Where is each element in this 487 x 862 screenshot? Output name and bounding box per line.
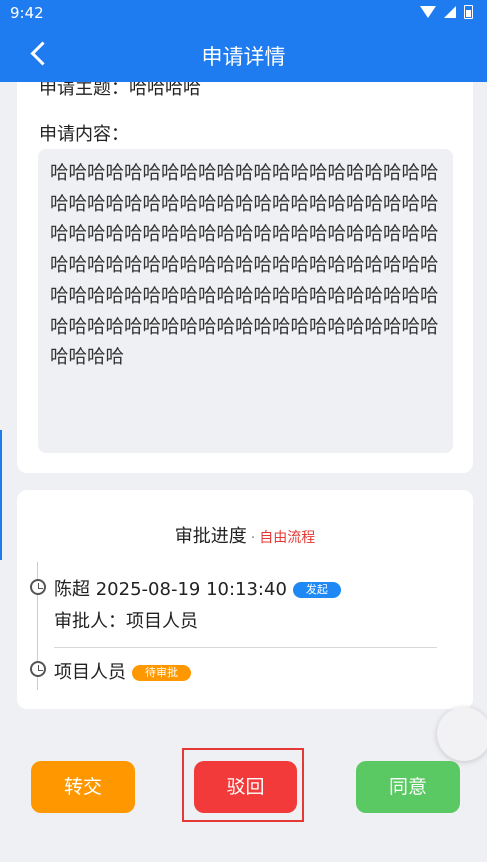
step-person: 项目人员 (54, 662, 126, 683)
progress-title: 审批进度 (174, 526, 247, 547)
progress-separator: · (250, 530, 256, 546)
wifi-icon (420, 6, 436, 18)
timeline-divider (54, 647, 437, 648)
approver-label: 审批人： (54, 611, 126, 632)
app-header: 申请详情 (0, 28, 487, 82)
subject-row: 申请主题：哈哈哈哈 (39, 82, 201, 100)
page-title: 申请详情 (201, 45, 286, 69)
application-content-card: 申请主题：哈哈哈哈 申请内容： 哈哈哈哈哈哈哈哈哈哈哈哈哈哈哈哈哈哈哈哈哈哈哈哈… (17, 82, 473, 473)
flow-type-label: 自由流程 (259, 530, 316, 546)
progress-header: 审批进度 · 自由流程 (17, 522, 473, 548)
step-person: 陈超 (54, 579, 90, 600)
status-badge-initiated: 发起 (292, 582, 341, 598)
floating-assist-button[interactable] (437, 707, 487, 761)
subject-label: 申请主题： (39, 82, 129, 99)
status-icons (420, 5, 473, 19)
approver-value: 项目人员 (126, 611, 198, 632)
status-badge-pending: 待审批 (132, 665, 191, 681)
reject-button[interactable]: 驳回 (194, 761, 297, 813)
content-text: 哈哈哈哈哈哈哈哈哈哈哈哈哈哈哈哈哈哈哈哈哈哈哈哈哈哈哈哈哈哈哈哈哈哈哈哈哈哈哈哈… (38, 149, 453, 453)
step-time: 2025-08-19 10:13:40 (95, 579, 287, 600)
content-label: 申请内容： (39, 124, 129, 145)
agree-button[interactable]: 同意 (356, 761, 460, 813)
subject-value: 哈哈哈哈 (129, 82, 201, 99)
transfer-button[interactable]: 转交 (31, 761, 135, 813)
clock-icon (30, 579, 46, 595)
signal-icon (444, 6, 456, 18)
approval-progress-card: 审批进度 · 自由流程 陈超 2025-08-19 10:13:40 发起 审批人：项… (17, 490, 473, 709)
battery-icon (464, 5, 473, 19)
status-time: 9:42 (10, 4, 44, 22)
clock-icon (30, 661, 46, 677)
edge-indicator (0, 430, 2, 560)
timeline-step-initiated: 陈超 2025-08-19 10:13:40 发起 (54, 575, 341, 601)
timeline-step-pending: 项目人员 待审批 (54, 658, 191, 684)
status-bar: 9:42 (0, 0, 487, 28)
step-approver-row: 审批人：项目人员 (54, 607, 198, 633)
